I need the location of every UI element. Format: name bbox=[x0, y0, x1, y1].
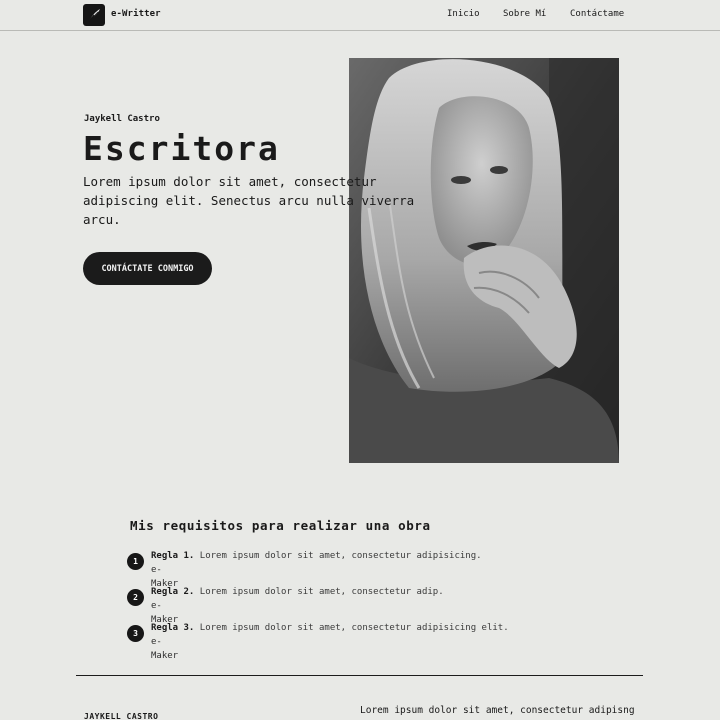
footer-text: Lorem ipsum dolor sit amet, consectetur … bbox=[360, 705, 635, 716]
rule-text: Lorem ipsum dolor sit amet, consectetur … bbox=[199, 623, 509, 633]
nav-contactame[interactable]: Contáctame bbox=[570, 9, 624, 19]
rule-label: Regla 3. bbox=[151, 623, 195, 633]
page-title: Escritora bbox=[83, 129, 280, 168]
rule-author: e-Maker bbox=[151, 637, 179, 661]
step-number-badge: 3 bbox=[127, 625, 144, 642]
requirements-title: Mis requisitos para realizar una obra bbox=[130, 518, 431, 533]
rule-label: Regla 2. bbox=[151, 587, 195, 597]
site-header: e-Writter Inicio Sobre Mí Contáctame bbox=[0, 0, 720, 31]
quill-icon[interactable] bbox=[83, 4, 105, 26]
requirement-line: Regla 1. Lorem ipsum dolor sit amet, con… bbox=[151, 549, 482, 563]
step-number-badge: 1 bbox=[127, 553, 144, 570]
requirement-line: Regla 3. Lorem ipsum dolor sit amet, con… bbox=[151, 621, 509, 635]
contact-button[interactable]: CONTÁCTATE CONMIGO bbox=[83, 252, 212, 285]
footer-author-name: JAYKELL CASTRO bbox=[84, 712, 159, 720]
footer-divider bbox=[76, 675, 643, 676]
rule-text: Lorem ipsum dolor sit amet, consectetur … bbox=[199, 551, 482, 561]
requirement-line: Regla 2. Lorem ipsum dolor sit amet, con… bbox=[151, 585, 444, 599]
nav-sobre-mi[interactable]: Sobre Mí bbox=[503, 9, 546, 19]
intro-text: Lorem ipsum dolor sit amet, consectetur … bbox=[83, 174, 415, 227]
writer-portrait bbox=[349, 58, 619, 463]
step-number-badge: 2 bbox=[127, 589, 144, 606]
rule-text: Lorem ipsum dolor sit amet, consectetur … bbox=[199, 587, 444, 597]
brand-name[interactable]: e-Writter bbox=[111, 9, 161, 19]
rule-label: Regla 1. bbox=[151, 551, 195, 561]
nav-inicio[interactable]: Inicio bbox=[447, 9, 480, 19]
author-name: Jaykell Castro bbox=[84, 114, 160, 124]
